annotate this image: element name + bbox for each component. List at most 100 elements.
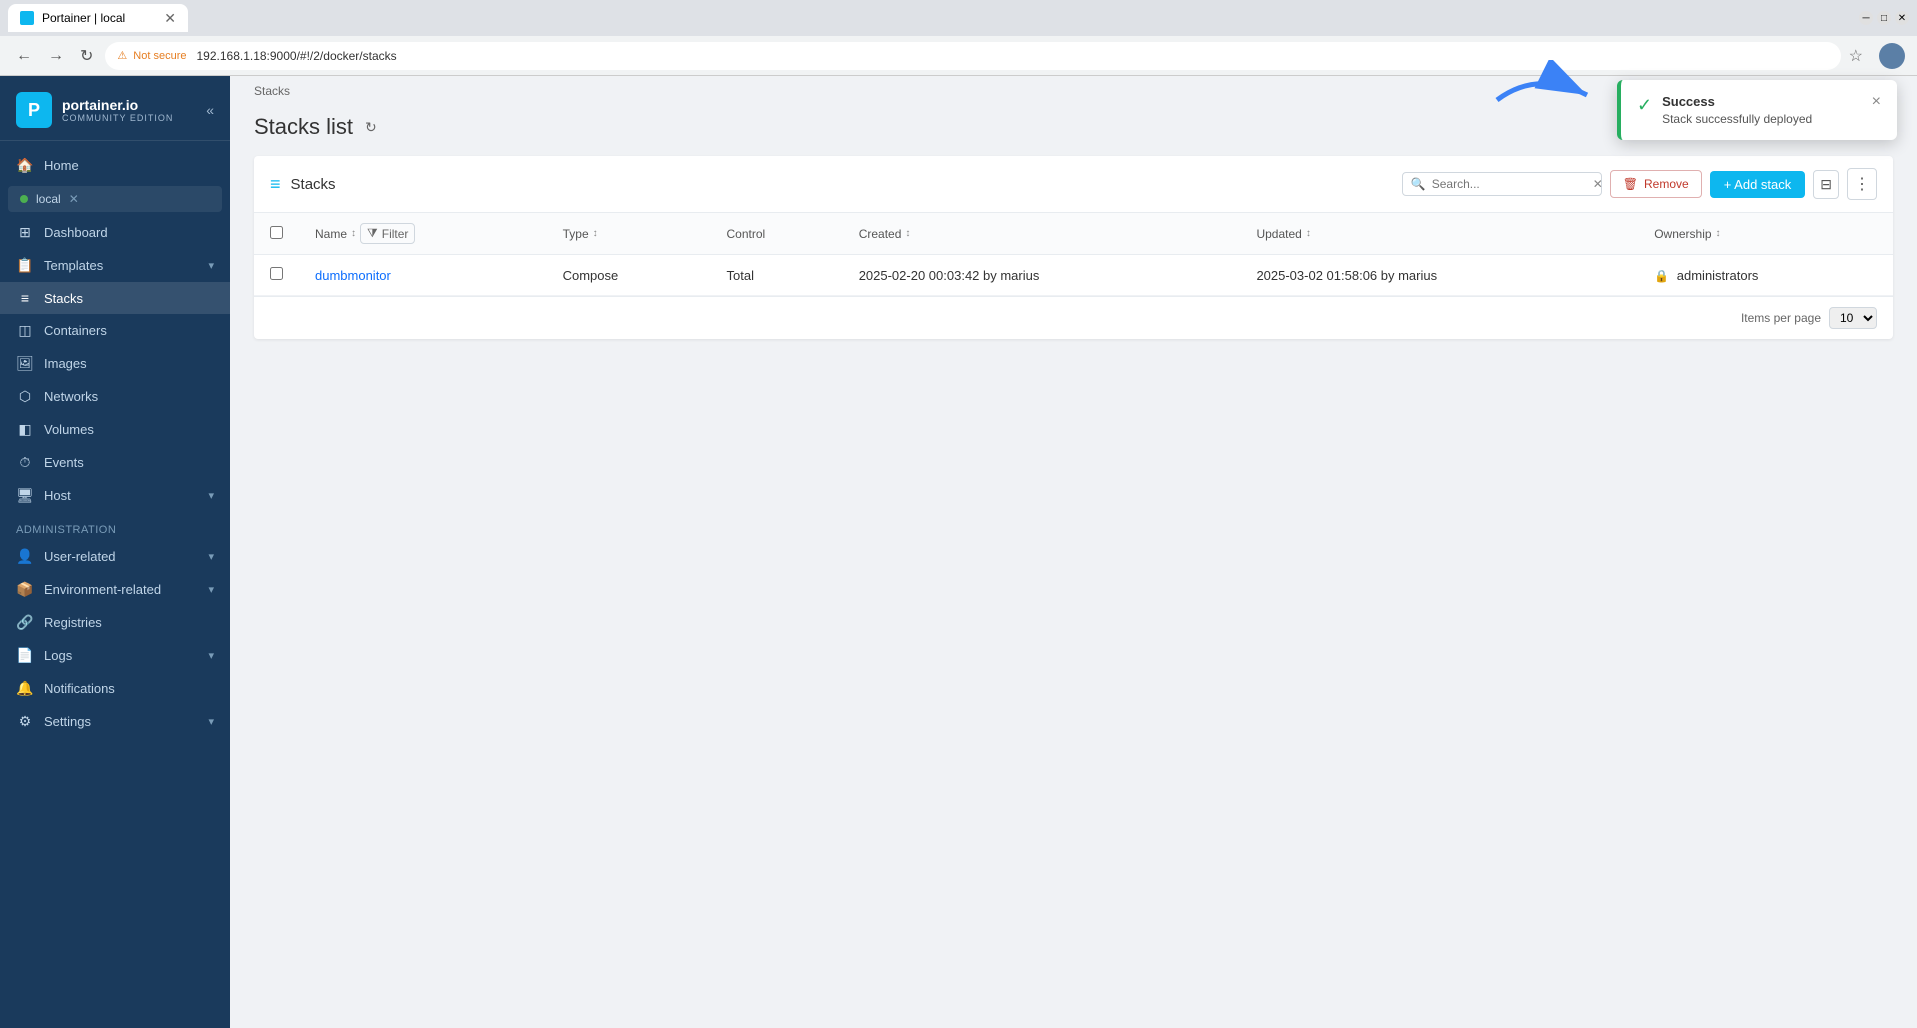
settings-icon: ⚙ — [16, 713, 34, 730]
sidebar-item-templates[interactable]: 📋 Templates ▾ — [0, 249, 230, 282]
search-icon: 🔍 — [1411, 177, 1426, 191]
address-bar[interactable]: ⚠ Not secure 192.168.1.18:9000/#!/2/dock… — [105, 42, 1840, 70]
sidebar-item-volumes[interactable]: ◧ Volumes — [0, 413, 230, 446]
sidebar-item-label: Logs — [44, 648, 198, 663]
add-stack-button[interactable]: + Add stack — [1710, 171, 1806, 198]
stacks-table-card: ≡ Stacks 🔍 ✕ 🗑 Remove — [254, 156, 1893, 339]
env-close-button[interactable]: ✕ — [69, 192, 79, 206]
sidebar-item-label: Registries — [44, 615, 214, 630]
user-chevron: ▾ — [208, 550, 214, 563]
sort-icon[interactable]: ↕ — [351, 228, 356, 239]
sidebar-item-stacks[interactable]: ≡ Stacks — [0, 282, 230, 314]
sidebar-item-label: Host — [44, 488, 198, 503]
sidebar-item-logs[interactable]: 📄 Logs ▾ — [0, 639, 230, 672]
filter-button[interactable]: ⧩ Filter — [360, 223, 415, 244]
row-checkbox[interactable] — [270, 267, 283, 280]
filter-icon: ⧩ — [367, 226, 378, 241]
toast-success-icon: ✓ — [1637, 95, 1652, 116]
window-maximize-button[interactable]: □ — [1877, 11, 1891, 25]
stacks-icon: ≡ — [16, 290, 34, 306]
notifications-icon: 🔔 — [16, 680, 34, 697]
th-updated: Updated ↕ — [1240, 213, 1638, 255]
th-ownership-label: Ownership — [1654, 227, 1711, 241]
updated-sort-icon[interactable]: ↕ — [1306, 228, 1311, 239]
view-toggle-button[interactable]: ⊟ — [1813, 170, 1839, 199]
table-footer: Items per page 10 25 50 — [254, 296, 1893, 339]
th-ownership: Ownership ↕ — [1638, 213, 1893, 255]
env-status-dot — [20, 195, 28, 203]
sidebar-item-home[interactable]: 🏠 Home — [0, 149, 230, 182]
sidebar-item-events[interactable]: ⏱ Events — [0, 446, 230, 479]
settings-chevron: ▾ — [208, 715, 214, 728]
window-close-button[interactable]: ✕ — [1895, 11, 1909, 25]
sidebar-item-settings[interactable]: ⚙ Settings ▾ — [0, 705, 230, 738]
sidebar: P portainer.io COMMUNITY EDITION « 🏠 Hom… — [0, 76, 230, 1028]
items-per-page-select[interactable]: 10 25 50 — [1829, 307, 1877, 329]
sidebar-item-label: Volumes — [44, 422, 214, 437]
table-section-title: Stacks — [291, 176, 336, 193]
sidebar-item-notifications[interactable]: 🔔 Notifications — [0, 672, 230, 705]
volumes-icon: ◧ — [16, 421, 34, 438]
type-sort-icon[interactable]: ↕ — [593, 228, 598, 239]
more-options-button[interactable]: ⋮ — [1847, 168, 1877, 200]
sidebar-item-environment-related[interactable]: 📦 Environment-related ▾ — [0, 573, 230, 606]
created-sort-icon[interactable]: ↕ — [905, 228, 910, 239]
th-control: Control — [711, 213, 843, 255]
stack-name-link[interactable]: dumbmonitor — [315, 268, 391, 283]
stacks-section-icon: ≡ — [270, 174, 281, 195]
remove-button[interactable]: 🗑 Remove — [1610, 170, 1702, 198]
logs-icon: 📄 — [16, 647, 34, 664]
sidebar-collapse-button[interactable]: « — [206, 102, 214, 118]
templates-chevron: ▾ — [208, 259, 214, 272]
back-button[interactable]: ← — [12, 43, 36, 69]
th-created-label: Created — [859, 227, 902, 241]
th-updated-label: Updated — [1256, 227, 1301, 241]
table-title-area: ≡ Stacks — [270, 174, 336, 195]
row-control-cell: Total — [711, 255, 843, 296]
host-icon: 🖥 — [16, 487, 34, 504]
events-icon: ⏱ — [16, 454, 34, 471]
toast-close-button[interactable]: × — [1872, 94, 1881, 110]
sidebar-item-dashboard[interactable]: ⊞ Dashboard — [0, 216, 230, 249]
ownership-icon: 🔒 — [1654, 269, 1669, 283]
sidebar-item-label: Stacks — [44, 291, 214, 306]
bookmark-icon[interactable]: ☆ — [1849, 46, 1863, 66]
forward-button[interactable]: → — [44, 43, 68, 69]
sidebar-item-host[interactable]: 🖥 Host ▾ — [0, 479, 230, 512]
sidebar-item-networks[interactable]: ⬡ Networks — [0, 380, 230, 413]
table-header: ≡ Stacks 🔍 ✕ 🗑 Remove — [254, 156, 1893, 213]
tab-favicon — [20, 11, 34, 25]
sidebar-item-containers[interactable]: ◫ Containers — [0, 314, 230, 347]
containers-icon: ◫ — [16, 322, 34, 339]
table-header-row: Name ↕ ⧩ Filter Type — [254, 213, 1893, 255]
templates-icon: 📋 — [16, 257, 34, 274]
search-clear-button[interactable]: ✕ — [1593, 177, 1603, 191]
environment-selector[interactable]: local ✕ — [8, 186, 222, 212]
images-icon: 🖼 — [16, 355, 34, 372]
refresh-button[interactable]: ↻ — [365, 119, 377, 136]
profile-avatar[interactable] — [1879, 43, 1905, 69]
reload-button[interactable]: ↻ — [76, 42, 97, 70]
tab-title: Portainer | local — [42, 11, 125, 25]
sidebar-item-label: Home — [44, 158, 214, 173]
logo-subtitle: COMMUNITY EDITION — [62, 113, 173, 123]
address-text: 192.168.1.18:9000/#!/2/docker/stacks — [196, 49, 396, 63]
tab-close-button[interactable]: ✕ — [164, 10, 176, 27]
search-box[interactable]: 🔍 ✕ — [1402, 172, 1602, 196]
environment-icon: 📦 — [16, 581, 34, 598]
env-rel-chevron: ▾ — [208, 583, 214, 596]
ownership-sort-icon[interactable]: ↕ — [1716, 228, 1721, 239]
sidebar-item-user-related[interactable]: 👤 User-related ▾ — [0, 540, 230, 573]
window-minimize-button[interactable]: ─ — [1859, 11, 1873, 25]
env-name: local — [36, 192, 61, 206]
sidebar-item-images[interactable]: 🖼 Images — [0, 347, 230, 380]
main-content: Stacks Stacks list ↻ ≡ Stacks 🔍 ✕ — [230, 76, 1917, 1028]
sidebar-item-registries[interactable]: 🔗 Registries — [0, 606, 230, 639]
select-all-checkbox[interactable] — [270, 226, 283, 239]
sidebar-item-label: Networks — [44, 389, 214, 404]
search-input[interactable] — [1432, 177, 1587, 191]
th-name-label: Name — [315, 227, 347, 241]
registries-icon: 🔗 — [16, 614, 34, 631]
sidebar-item-label: Templates — [44, 258, 198, 273]
stacks-table: Name ↕ ⧩ Filter Type — [254, 213, 1893, 296]
